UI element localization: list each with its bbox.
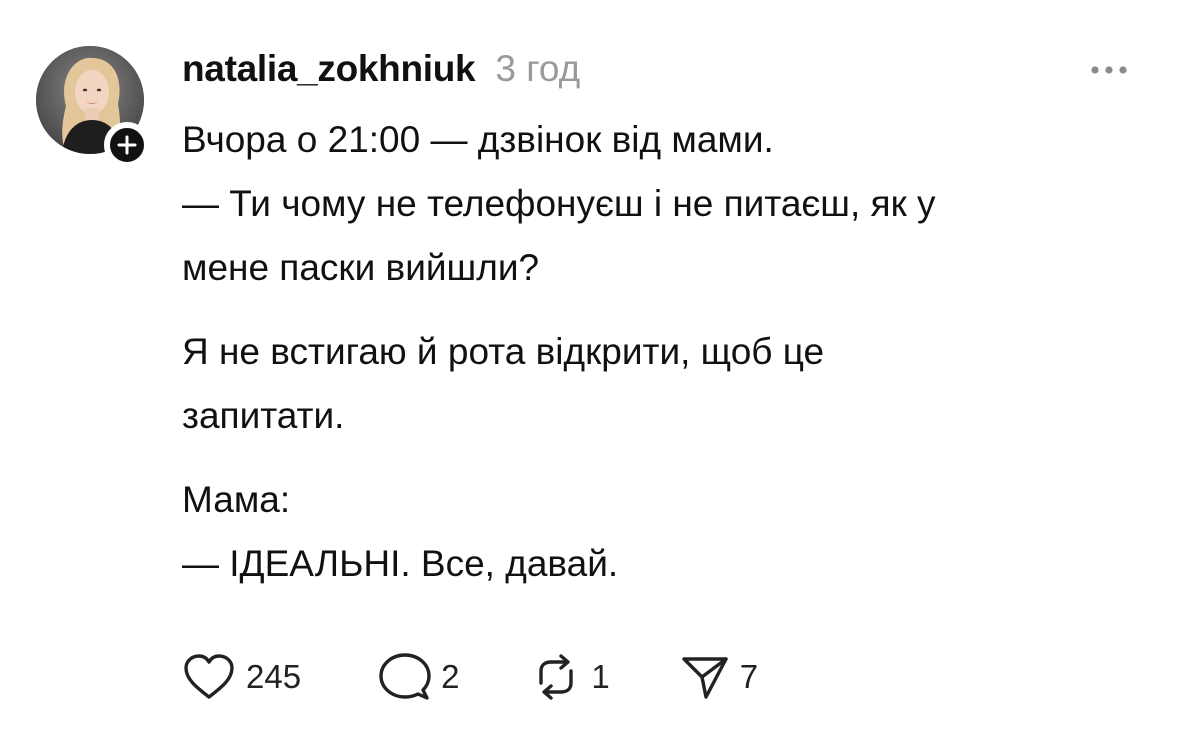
plus-icon [117, 135, 137, 155]
avatar-container [36, 46, 150, 168]
username[interactable]: natalia_zokhniuk [182, 48, 476, 90]
more-options-button[interactable] [1086, 58, 1132, 82]
reposts-count: 1 [591, 658, 610, 695]
post-line: Мама: [182, 479, 291, 520]
repost-button[interactable]: 1 [531, 653, 610, 701]
post-line: мене паски вийшли? [182, 247, 540, 288]
share-button[interactable]: 7 [680, 653, 758, 701]
post-header: natalia_zokhniuk 3 год [182, 48, 580, 94]
post-line: запитати. [182, 395, 345, 436]
follow-button[interactable] [104, 122, 150, 168]
like-button[interactable]: 245 [182, 653, 301, 701]
thread-post: natalia_zokhniuk 3 год Вчора о 21:00 — д… [0, 0, 1179, 730]
post-time: 3 год [495, 48, 581, 89]
post-line: Вчора о 21:00 — дзвінок від мами. [182, 119, 774, 160]
action-bar: 245 2 1 7 [182, 650, 758, 704]
comments-count: 2 [441, 658, 460, 695]
post-line: — ІДЕАЛЬНІ. Все, давай. [182, 543, 619, 584]
send-icon [682, 657, 728, 699]
heart-icon [184, 654, 234, 699]
repost-icon [539, 654, 574, 700]
post-line: Я не встигаю й рота відкрити, щоб це [182, 331, 825, 372]
likes-count: 245 [246, 658, 302, 695]
comment-button[interactable]: 2 [379, 652, 459, 702]
more-dots-icon [1091, 66, 1127, 74]
shares-count: 7 [739, 658, 759, 695]
post-line: — Ти чому не телефонуєш і не питаєш, як … [182, 183, 936, 224]
post-body: Вчора о 21:00 — дзвінок від мами. — Ти ч… [182, 108, 1142, 596]
comment-bubble-icon [379, 653, 431, 700]
